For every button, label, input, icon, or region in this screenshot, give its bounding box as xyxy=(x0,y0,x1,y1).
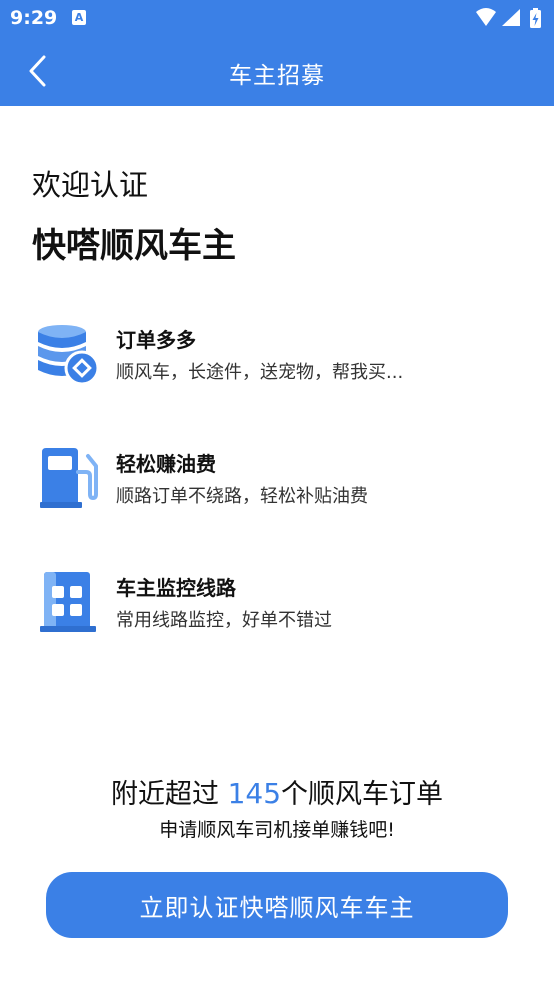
notification-a-icon: A xyxy=(72,10,86,25)
feature-item-orders: 订单多多 顺风车，长途件，送宠物，帮我买... xyxy=(36,322,516,398)
nearby-suffix: 个顺风车订单 xyxy=(281,779,444,810)
page-title: 车主招募 xyxy=(229,63,325,89)
certify-driver-button[interactable]: 立即认证快嗒顺风车车主 xyxy=(46,872,508,938)
nearby-prefix: 附近超过 xyxy=(110,779,228,810)
building-grid-icon xyxy=(40,572,96,632)
feature-title: 轻松赚油费 xyxy=(116,452,216,476)
signal-icon xyxy=(502,9,520,26)
system-status-icons xyxy=(476,8,541,28)
app-bar: 车主招募 xyxy=(0,36,554,106)
database-coin-icon xyxy=(38,325,100,386)
status-time: 9:29 xyxy=(10,7,58,29)
promo-subtitle: 申请顺风车司机接单赚钱吧! xyxy=(159,819,395,841)
order-count: 145 xyxy=(227,777,282,810)
feature-item-fuel: 轻松赚油费 顺路订单不绕路，轻松补贴油费 xyxy=(36,446,516,522)
feature-title: 订单多多 xyxy=(116,328,196,352)
welcome-heading: 欢迎认证 xyxy=(32,168,149,202)
feature-title: 车主监控线路 xyxy=(116,576,236,600)
wifi-icon xyxy=(476,8,496,26)
brand-heading: 快嗒顺风车主 xyxy=(32,226,236,266)
fuel-pump-icon xyxy=(40,448,98,508)
feature-desc: 常用线路监控，好单不错过 xyxy=(116,610,332,631)
feature-desc: 顺路订单不绕路，轻松补贴油费 xyxy=(116,486,368,507)
nearby-orders-text: 附近超过 145个顺风车订单 xyxy=(0,772,554,811)
feature-desc: 顺风车，长途件，送宠物，帮我买... xyxy=(116,362,404,383)
feature-item-route: 车主监控线路 常用线路监控，好单不错过 xyxy=(36,570,516,646)
status-bar: 9:29 A xyxy=(0,0,554,36)
battery-charging-icon xyxy=(530,8,541,28)
